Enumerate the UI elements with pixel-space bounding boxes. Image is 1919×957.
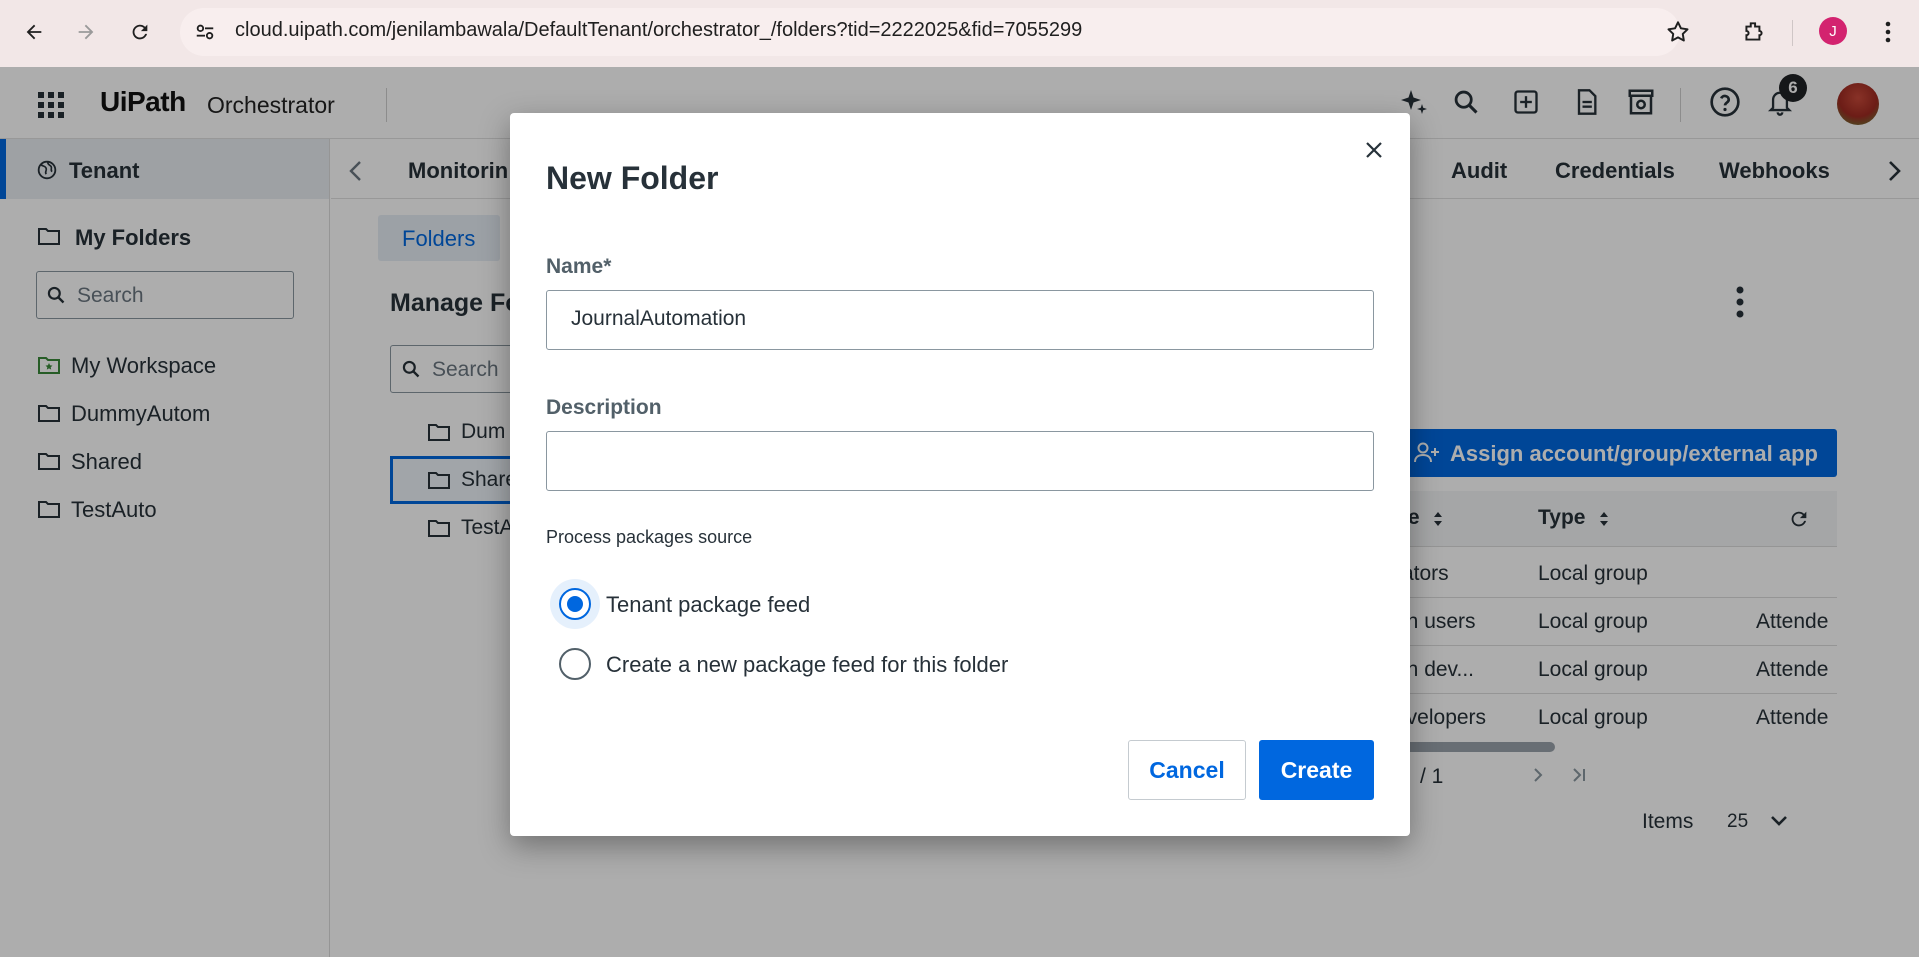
browser-menu-icon[interactable] xyxy=(1878,19,1898,45)
package-source-label: Process packages source xyxy=(546,527,753,547)
radio-tenant-feed[interactable] xyxy=(559,588,591,620)
cancel-button[interactable]: Cancel xyxy=(1128,740,1246,800)
dialog-title: New Folder xyxy=(546,160,719,196)
extensions-icon[interactable] xyxy=(1741,19,1767,45)
name-label: Name* xyxy=(546,255,612,278)
close-icon[interactable] xyxy=(1360,136,1388,164)
description-field[interactable] xyxy=(546,431,1374,491)
bookmark-star-icon[interactable] xyxy=(1665,19,1691,45)
radio-new-feed[interactable] xyxy=(559,648,591,680)
back-icon[interactable] xyxy=(14,12,54,52)
site-settings-icon[interactable] xyxy=(194,21,216,43)
forward-icon[interactable] xyxy=(66,12,106,52)
radio-new-feed-label[interactable]: Create a new package feed for this folde… xyxy=(606,652,1008,678)
reload-icon[interactable] xyxy=(120,12,160,52)
url-text[interactable]: cloud.uipath.com/jenilambawala/DefaultTe… xyxy=(235,19,1082,42)
profile-avatar[interactable]: J xyxy=(1819,17,1847,45)
radio-tenant-feed-label[interactable]: Tenant package feed xyxy=(606,592,810,618)
create-button[interactable]: Create xyxy=(1259,740,1374,800)
toolbar-divider xyxy=(1792,20,1793,46)
description-label: Description xyxy=(546,396,662,419)
name-field-value[interactable]: JournalAutomation xyxy=(571,307,746,331)
